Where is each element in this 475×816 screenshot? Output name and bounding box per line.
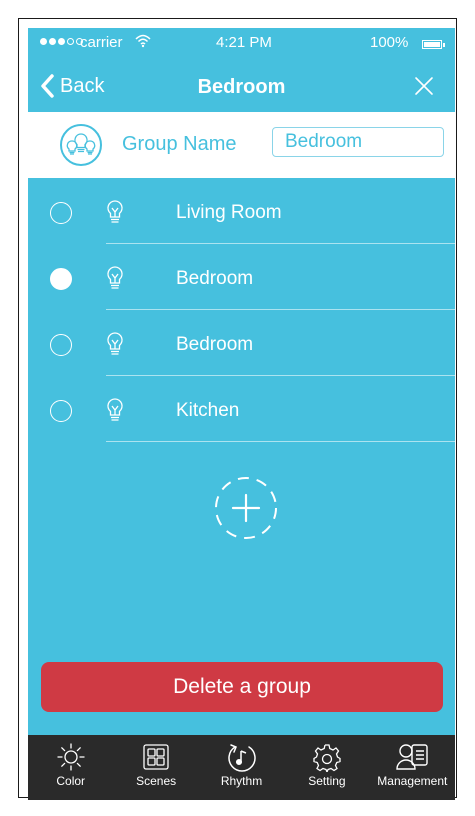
tab-color[interactable]: Color bbox=[28, 735, 113, 800]
signal-strength-icon bbox=[40, 38, 83, 45]
phone-screen: carrier 4:21 PM 100% Back Bedroom Group … bbox=[28, 28, 455, 800]
bulb-icon bbox=[106, 199, 124, 230]
list-item-bedroom[interactable]: Bedroom bbox=[28, 244, 455, 310]
close-button[interactable] bbox=[414, 76, 434, 101]
list-item-bedroom[interactable]: Bedroom bbox=[28, 310, 455, 376]
music-icon bbox=[227, 744, 256, 772]
delete-group-button[interactable]: Delete a group bbox=[41, 662, 443, 712]
tab-rhythm[interactable]: Rhythm bbox=[199, 735, 284, 800]
close-icon bbox=[415, 77, 433, 95]
tab-label: Management bbox=[377, 774, 448, 788]
tab-label: Setting bbox=[308, 774, 346, 788]
list-item-living-room[interactable]: Living Room bbox=[28, 178, 455, 244]
sun-icon bbox=[57, 743, 85, 771]
bulb-group-icon bbox=[60, 124, 102, 166]
bulb-icon bbox=[106, 265, 124, 296]
tab-label: Color bbox=[56, 774, 86, 788]
gear-icon bbox=[313, 744, 341, 772]
radio-button-selected[interactable] bbox=[50, 268, 72, 290]
add-light-button[interactable] bbox=[210, 472, 282, 544]
bulb-icon bbox=[106, 331, 124, 362]
divider bbox=[106, 441, 455, 442]
status-time: 4:21 PM bbox=[216, 34, 272, 51]
radio-button[interactable] bbox=[50, 400, 72, 422]
user-list-icon bbox=[396, 744, 429, 770]
page-title: Bedroom bbox=[197, 76, 286, 98]
signal-dot bbox=[40, 38, 47, 45]
signal-dot bbox=[49, 38, 56, 45]
list-item-label: Living Room bbox=[176, 202, 282, 223]
radio-button[interactable] bbox=[50, 334, 72, 356]
light-list: Living Room Bedroom Bedroom Kitchen Dele… bbox=[28, 178, 455, 735]
group-name-row: Group Name bbox=[28, 112, 455, 178]
list-item-label: Bedroom bbox=[176, 334, 254, 355]
tab-setting[interactable]: Setting bbox=[284, 735, 369, 800]
tab-label: Scenes bbox=[136, 774, 177, 788]
plus-icon bbox=[215, 477, 277, 539]
signal-dot bbox=[67, 38, 74, 45]
tab-scenes[interactable]: Scenes bbox=[113, 735, 198, 800]
navigation-bar: Back Bedroom bbox=[28, 62, 455, 112]
battery-fill bbox=[424, 42, 440, 47]
signal-dot bbox=[58, 38, 65, 45]
carrier-name: carrier bbox=[80, 34, 123, 51]
grid-icon bbox=[143, 744, 169, 770]
list-item-label: Bedroom bbox=[176, 268, 254, 289]
tab-label: Rhythm bbox=[220, 774, 263, 788]
radio-button[interactable] bbox=[50, 202, 72, 224]
bulb-icon bbox=[106, 397, 124, 428]
battery-icon bbox=[422, 40, 445, 49]
group-name-label: Group Name bbox=[122, 133, 237, 155]
list-item-kitchen[interactable]: Kitchen bbox=[28, 376, 455, 442]
wifi-icon bbox=[134, 32, 152, 53]
tab-management[interactable]: Management bbox=[370, 735, 455, 800]
status-bar: carrier 4:21 PM 100% bbox=[28, 28, 455, 62]
list-item-label: Kitchen bbox=[176, 400, 240, 421]
battery-percent: 100% bbox=[370, 34, 409, 51]
tab-bar: Color Scenes Rhythm Setting Management bbox=[28, 735, 455, 800]
group-name-input[interactable] bbox=[272, 127, 444, 157]
